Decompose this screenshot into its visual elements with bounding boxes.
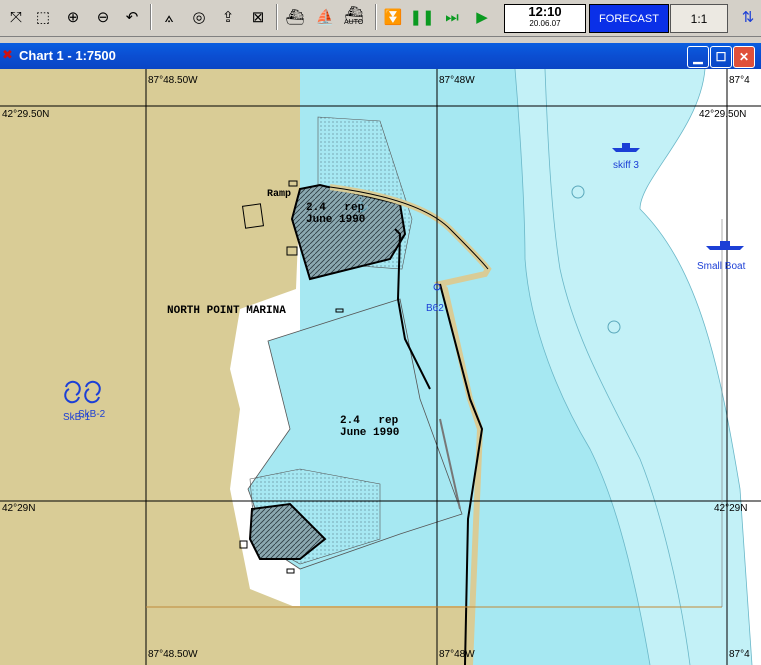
stop-icon[interactable]: ⏬ [381, 5, 405, 29]
clock-date: 20.06.07 [529, 19, 561, 28]
sim-clock: 12:10 20.06.07 [504, 4, 586, 33]
pause-icon[interactable]: ❚❚ [409, 5, 434, 29]
main-toolbar: ⤧ ⬚ ⊕ ⊖ ↶ ⟑ ◎ ⇪ ⊠ ⛴ ⛵ ⛴ AUTO ⏬ ❚❚ ⏭ ▶ 12… [0, 0, 761, 37]
vessel-label[interactable]: skiff 3 [613, 160, 639, 171]
zoom-in-icon[interactable]: ⊕ [61, 5, 85, 29]
sar-label[interactable]: SkB-2 [78, 409, 105, 420]
window-title: Chart 1 - 1:7500 [19, 48, 116, 63]
depth-rep: rep [344, 202, 365, 214]
zoom-rect-icon[interactable]: ⬚ [31, 5, 55, 29]
depth-rep: rep [378, 415, 399, 427]
depth-date: June 1990 [340, 427, 400, 439]
longitude-label: 87°48.50W [148, 75, 198, 86]
depth-date: June 1990 [306, 214, 366, 226]
zoom-out-icon[interactable]: ⊖ [91, 5, 115, 29]
close-button[interactable]: ✕ [733, 46, 755, 68]
longitude-label: 87°48.50W [148, 649, 198, 660]
toolbar-separator [276, 4, 278, 30]
latitude-label: 42°29.50N [2, 109, 50, 120]
chart-canvas: ⚓ [0, 69, 761, 665]
delete-icon[interactable]: ⊠ [246, 5, 270, 29]
minimize-button[interactable]: ▁ [687, 46, 709, 68]
vessel-label[interactable]: Small Boat [697, 261, 745, 272]
clock-time: 12:10 [528, 4, 562, 19]
auto-label: AUTO [344, 19, 364, 26]
play-icon[interactable]: ▶ [470, 5, 494, 29]
fit-chart-icon[interactable]: ⤧ [4, 5, 28, 29]
ramp-label: Ramp [267, 189, 292, 200]
land-strip [0, 606, 470, 665]
place-name: NORTH POINT MARINA [167, 305, 286, 317]
undo-icon[interactable]: ↶ [120, 5, 144, 29]
buoy-label: B62 [426, 303, 444, 314]
depth-note: 2.4 rep June 1990 [340, 415, 399, 439]
chart-window-titlebar[interactable]: ✖ Chart 1 - 1:7500 ▁ ☐ ✕ [0, 43, 761, 69]
app-icon: ✖ [2, 47, 13, 62]
longitude-label: 87°48W [439, 649, 475, 660]
export-icon[interactable]: ⇪ [216, 5, 240, 29]
longitude-label: 87°4 [729, 75, 750, 86]
nautical-chart[interactable]: ⚓ 87°48.50W 87°48W 87°4 87°48.50W 87°48W… [0, 69, 761, 665]
toolbar-separator [375, 4, 377, 30]
latitude-label: 42°29N [714, 503, 748, 514]
maximize-button[interactable]: ☐ [710, 46, 732, 68]
latitude-label: 42°29N [2, 503, 36, 514]
depth-note: 2.4 rep June 1990 [306, 202, 365, 226]
depth-value: 2.4 [340, 415, 360, 427]
vessel-icon[interactable]: ⛵ [313, 5, 337, 29]
forecast-button[interactable]: FORECAST [589, 4, 669, 33]
compass-icon[interactable]: ⟑ [157, 5, 181, 29]
longitude-label: 87°4 [729, 649, 750, 660]
sync-icon[interactable]: ⇅ [736, 5, 760, 29]
target-icon[interactable]: ◎ [187, 5, 211, 29]
longitude-label: 87°48W [439, 75, 475, 86]
latitude-label: 42°29.50N [699, 109, 747, 120]
depth-value: 2.4 [306, 202, 326, 214]
ship-icon[interactable]: ⛴ [283, 5, 307, 29]
scale-button[interactable]: 1:1 [670, 4, 728, 33]
fast-forward-icon[interactable]: ⏭ [440, 5, 464, 29]
toolbar-separator [150, 4, 152, 30]
